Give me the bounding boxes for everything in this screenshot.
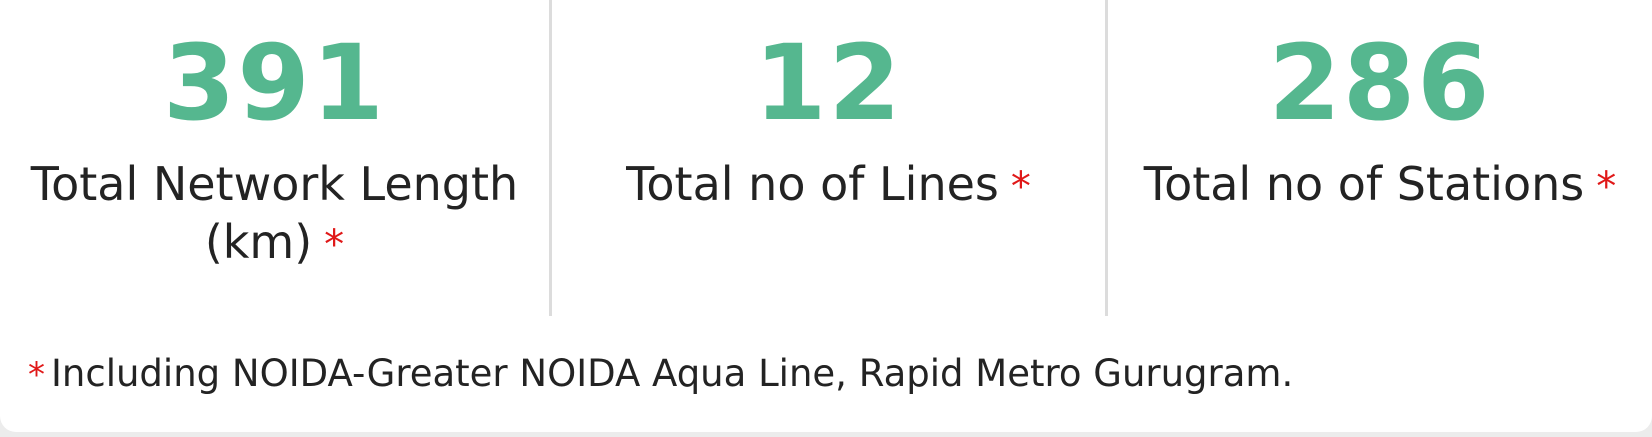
footnote-marker: *: [1010, 164, 1031, 210]
stat-label-stations: Total no of Stations *: [1108, 155, 1652, 216]
stat-value-stations: 286: [1268, 22, 1492, 144]
footnote-marker: *: [1596, 164, 1617, 210]
footnote-marker: *: [324, 222, 345, 268]
stats-row: 391 Total Network Length (km) * 12 Total …: [0, 0, 1652, 316]
stat-label-text: Total no of Lines: [626, 157, 999, 211]
stat-value-lines: 12: [754, 22, 903, 144]
stat-label-line-1: Total Network Length: [30, 157, 519, 211]
stat-label-unit: (km): [204, 215, 313, 269]
stat-label-line-2: (km) *: [10, 213, 539, 274]
footnote-text: Including NOIDA-Greater NOIDA Aqua Line,…: [51, 352, 1294, 395]
stat-lines: 12 Total no of Lines *: [549, 0, 1105, 316]
stat-label-lines: Total no of Lines *: [552, 155, 1105, 216]
footnote-marker: *: [28, 355, 45, 395]
stat-label-text: Total no of Stations: [1143, 157, 1585, 211]
footnote: * Including NOIDA-Greater NOIDA Aqua Line…: [28, 350, 1293, 399]
stat-label-network-length: Total Network Length (km) *: [0, 155, 549, 274]
stat-stations: 286 Total no of Stations *: [1105, 0, 1652, 316]
metro-stats-card: 391 Total Network Length (km) * 12 Total …: [0, 0, 1652, 432]
stat-network-length: 391 Total Network Length (km) *: [0, 0, 549, 316]
stat-value-network-length: 391: [162, 22, 387, 144]
